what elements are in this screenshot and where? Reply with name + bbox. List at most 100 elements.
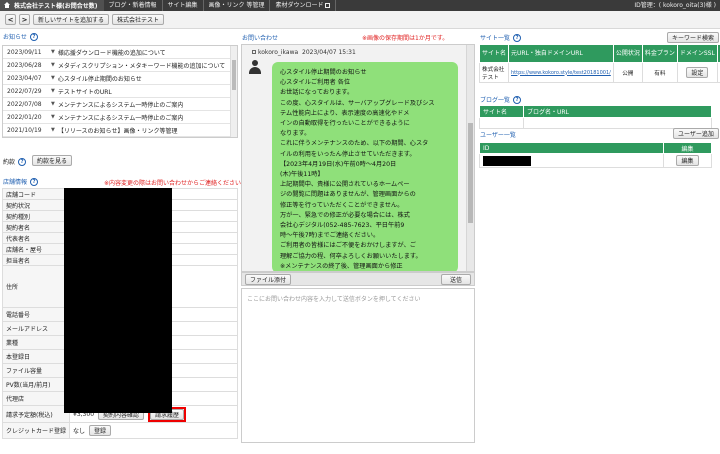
company-site-button[interactable]: 株式会社テスト	[112, 14, 165, 25]
message-line: これに伴うメンテナンスのため、以下の期間、心スタ	[280, 140, 429, 148]
message-time: 2023/04/07 15:31	[302, 49, 356, 56]
site-url-link[interactable]: https://www.kokoro.style/test20181001/	[511, 70, 611, 76]
message-line: 心スタイル停止期間のお知らせ	[280, 69, 367, 76]
field-label: 店舗名・屋号	[1, 243, 71, 255]
external-link-icon	[325, 3, 331, 8]
menu-material-download[interactable]: 素材ダウンロード	[270, 0, 337, 11]
field-label: 住所	[1, 265, 71, 308]
bullet-icon: ▼	[51, 114, 55, 120]
help-icon[interactable]: ?	[30, 177, 39, 186]
card-register-button[interactable]: 登録	[89, 425, 112, 436]
message-line: 万が一、緊急での修正が必要な場合には、株式	[280, 211, 410, 219]
field-label: PV数(当月/前月)	[1, 377, 71, 392]
bullet-icon: ▼	[51, 101, 55, 107]
news-item[interactable]: 2023/09/11 ▼ 様応援ダウンロード機能の追加について	[3, 46, 237, 59]
news-text: 様応援ダウンロード機能の追加について	[57, 49, 166, 57]
news-date: 2023/04/07	[7, 74, 42, 82]
message-line: (木)午後11時】	[280, 171, 324, 179]
message-line: ※メンテナンスの終了後、管理画面から修正	[280, 262, 403, 270]
attach-file-button[interactable]: ファイル添付	[245, 273, 292, 285]
bullet-icon: ▼	[51, 88, 55, 94]
user-id-label[interactable]: ID管理：( kokoro_oita(3)様 )	[634, 0, 716, 11]
user-edit-button[interactable]: 編集	[676, 155, 699, 166]
site-name: 株式会社テスト	[478, 62, 510, 83]
view-contract-button[interactable]: 約款を見る	[32, 155, 73, 166]
table-row	[479, 117, 712, 129]
message-line: なります。	[280, 130, 311, 138]
site-list-title-text: サイト一覧	[480, 35, 511, 42]
field-label: 本登録日	[1, 349, 71, 364]
user-table: ID 編集 編集	[479, 142, 712, 168]
ssl-settings-button[interactable]: 設定	[686, 67, 709, 78]
add-user-button[interactable]: ユーザー追加	[673, 128, 719, 139]
blog-table: サイト名 ブログ名・URL	[479, 105, 712, 129]
news-text: メンテナンスによるシステム一時停止のご案内	[57, 114, 184, 122]
message-line: 上記期間中、貴様に公開されているホームペー	[280, 181, 410, 189]
message-line: ご利用者の皆様にはご不便をおかけしますが、ご	[280, 242, 416, 250]
table-row: 編集	[479, 153, 712, 168]
news-text: メンテナンスによるシステム一時停止のご案内	[57, 101, 184, 109]
message-line: 会社心デジタル(052-485-7623、平日午前9	[280, 222, 405, 230]
home-icon	[3, 2, 11, 9]
field-label: 業種	[1, 335, 71, 350]
news-date: 2021/10/19	[7, 126, 42, 134]
back-button[interactable]: <	[5, 14, 16, 25]
keyword-search-button[interactable]: キーワード検索	[667, 32, 720, 43]
message-line: 修正等を行っていただくことができません。	[280, 201, 404, 209]
scroll-thumb[interactable]	[232, 60, 236, 90]
avatar-body	[249, 67, 261, 74]
top-navbar: 株式会社テスト様(お問合せ数) ブログ・新着情報 サイト編集 画像・リンク 等管…	[0, 0, 720, 11]
store-change-notice: ※内容変更の際はお問い合わせからご連絡ください。	[104, 180, 248, 187]
chat-action-bar: ファイル添付 送信	[241, 272, 475, 286]
news-item[interactable]: 2023/06/28 ▼ メタディスクリプション・メタキーワード機能の追加について	[3, 59, 237, 72]
edit-cell: 編集	[663, 153, 712, 168]
message-line: 時～午後7時)までご連絡ください。	[280, 232, 380, 240]
site-list-title: サイト一覧?	[480, 33, 522, 42]
message-line: 【2023年4月19日(水)午前0時～4月20日	[280, 160, 397, 168]
card-status: なし	[73, 428, 86, 435]
add-new-site-button[interactable]: 新しいサイトを追加する	[33, 14, 110, 25]
chat-history: kokoro_ikawa 2023/04/07 15:31 心スタイル停止期間の…	[241, 44, 475, 272]
contract-title: 約款?	[3, 157, 27, 166]
image-retention-notice: ※画像の保存期間は1か月です。	[362, 35, 449, 42]
help-icon[interactable]: ?	[29, 32, 38, 41]
news-scrollbar[interactable]	[230, 46, 237, 137]
news-text: 心スタイル停止期間のお知らせ	[57, 75, 142, 83]
bullet-icon: ▼	[51, 49, 55, 55]
news-item[interactable]: 2022/07/29 ▼ テストサイトのURL	[3, 85, 237, 98]
store-info-title-text: 店舗情報	[3, 179, 28, 186]
forward-button[interactable]: >	[19, 14, 30, 25]
field-label: 店舗コード	[1, 188, 71, 200]
col-site-name: サイト名	[478, 44, 510, 63]
message-input[interactable]: ここにお問い合わせ内容を入力して送信ボタンを押してください	[241, 288, 475, 443]
news-title: お知らせ?	[3, 32, 38, 41]
send-button[interactable]: 送信	[441, 273, 471, 285]
company-home-link[interactable]: 株式会社テスト様(お問合せ数)	[0, 0, 104, 11]
chat-scrollbar[interactable]	[466, 45, 474, 271]
col-url: 元URL・独自ドメインURL	[508, 44, 614, 63]
message-line: 理解ご協力の程、何卒よろしくお願いいたします。	[280, 252, 422, 260]
news-item[interactable]: 2022/01/20 ▼ メンテナンスによるシステム一時停止のご案内	[3, 111, 237, 124]
field-label: 請求予定額(税込)	[1, 405, 71, 423]
news-item[interactable]: 2023/04/07 ▼ 心スタイル停止期間のお知らせ	[3, 72, 237, 85]
menu-image-link-manage[interactable]: 画像・リンク 等管理	[204, 0, 271, 11]
field-label: 契約種別	[1, 210, 71, 222]
message-line: お世話になっております。	[280, 89, 354, 97]
menu-blog-news[interactable]: ブログ・新着情報	[104, 0, 163, 11]
help-icon[interactable]: ?	[513, 33, 522, 42]
help-icon[interactable]: ?	[18, 157, 27, 166]
field-label: 契約状況	[1, 199, 71, 211]
scroll-thumb[interactable]	[468, 123, 473, 223]
bullet-icon: ▼	[51, 127, 55, 133]
site-table: サイト名 元URL・独自ドメインURL 公開状況 料金プラン ドメインSSL 編…	[478, 44, 720, 83]
col-plan: 料金プラン	[641, 44, 678, 63]
user-list-title: ユーザー一覧	[480, 132, 516, 139]
help-icon[interactable]: ?	[513, 95, 522, 104]
site-status: 公開	[612, 62, 643, 83]
news-item[interactable]: 2021/10/19 ▼ 【リリースのお知らせ】画像・リンク等管理	[3, 124, 237, 137]
news-list: 2023/09/11 ▼ 様応援ダウンロード機能の追加について 2023/06/28…	[2, 45, 238, 138]
menu-site-edit[interactable]: サイト編集	[163, 0, 204, 11]
user-id-cell	[479, 153, 664, 168]
table-cell	[479, 117, 524, 129]
news-item[interactable]: 2022/07/08 ▼ メンテナンスによるシステム一時停止のご案内	[3, 98, 237, 111]
